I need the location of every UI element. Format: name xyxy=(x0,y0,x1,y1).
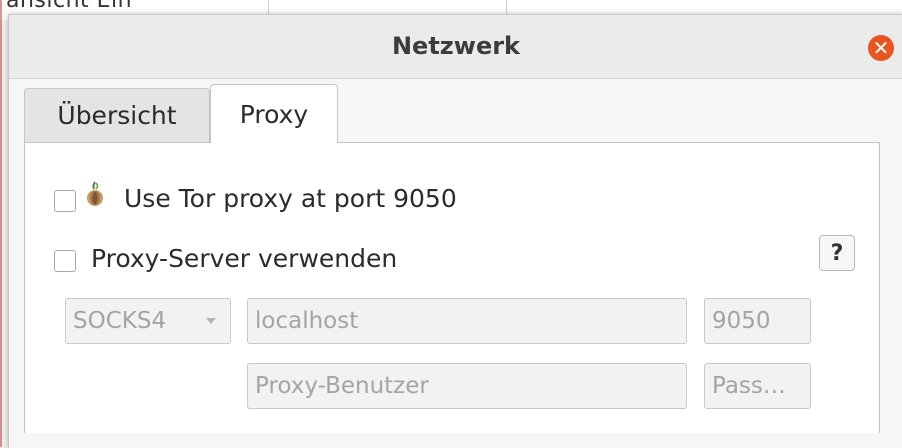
close-icon: ✕ xyxy=(872,36,890,60)
proxy-host-input[interactable]: localhost xyxy=(247,298,687,344)
proxy-port-input[interactable]: 9050 xyxy=(704,298,811,344)
proxy-server-checkbox[interactable] xyxy=(54,250,76,272)
proxy-type-value: SOCKS4 xyxy=(73,308,167,334)
proxy-type-select[interactable]: SOCKS4 xyxy=(65,298,231,344)
close-button[interactable]: ✕ xyxy=(868,35,894,61)
proxy-server-label[interactable]: Proxy-Server verwenden xyxy=(91,244,397,273)
dialog-title: Netzwerk xyxy=(391,32,521,60)
onion-icon xyxy=(87,181,103,206)
background-edge xyxy=(0,0,2,447)
tab-uebersicht[interactable]: Übersicht xyxy=(24,88,210,142)
tab-proxy[interactable]: Proxy xyxy=(210,84,338,143)
help-button[interactable]: ? xyxy=(819,235,855,271)
background-window-text: ansicht Ein xyxy=(6,0,133,13)
proxy-password-input[interactable]: Pass… xyxy=(704,363,811,409)
chevron-down-icon xyxy=(206,318,216,324)
titlebar: Netzwerk ✕ xyxy=(9,15,902,79)
tor-proxy-label[interactable]: Use Tor proxy at port 9050 xyxy=(124,184,457,213)
proxy-user-input[interactable]: Proxy-Benutzer xyxy=(247,363,687,409)
tor-proxy-checkbox[interactable] xyxy=(54,190,76,212)
